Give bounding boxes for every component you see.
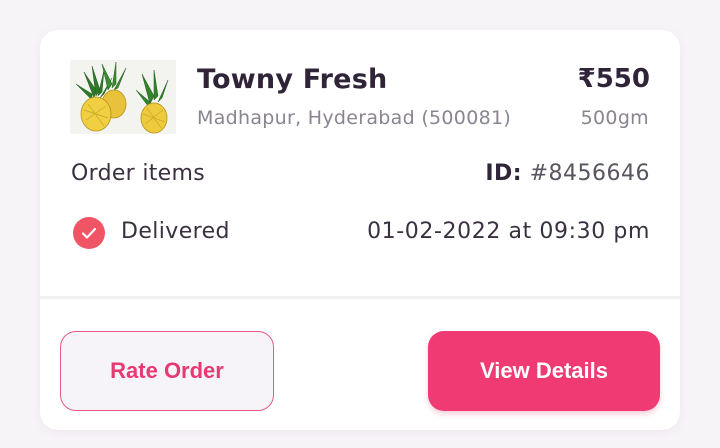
product-thumbnail <box>70 60 176 134</box>
view-details-button[interactable]: View Details <box>428 331 660 411</box>
order-id-value: #8456646 <box>529 161 650 186</box>
delivery-datetime: 01-02-2022 at 09:30 pm <box>367 219 650 244</box>
order-weight: 500gm <box>580 107 649 129</box>
pineapple-icon <box>75 61 169 134</box>
shop-address: Madhapur, Hyderabad (500081) <box>197 107 512 129</box>
order-id: ID: #8456646 <box>485 161 650 186</box>
order-price: ₹550 <box>577 64 650 94</box>
delivery-status: Delivered <box>121 219 230 244</box>
order-card: Towny Fresh Madhapur, Hyderabad (500081)… <box>40 30 680 430</box>
card-divider <box>40 296 680 299</box>
delivered-check-icon <box>73 217 105 249</box>
shop-name: Towny Fresh <box>197 64 388 95</box>
order-items-label: Order items <box>71 161 205 186</box>
order-id-label: ID: <box>485 161 523 186</box>
rate-order-button[interactable]: Rate Order <box>60 331 274 411</box>
